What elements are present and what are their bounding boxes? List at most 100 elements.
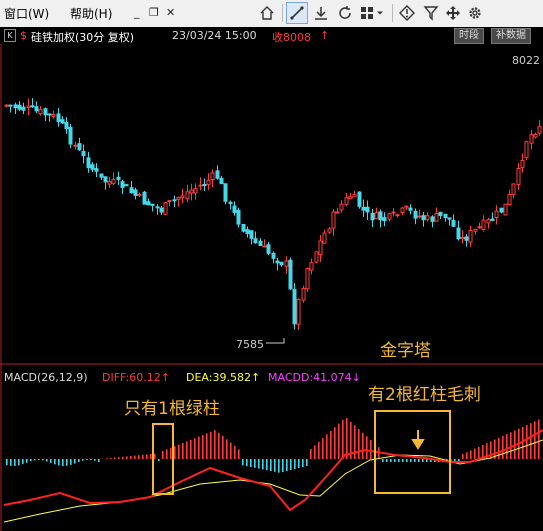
download-icon[interactable] [310, 2, 332, 24]
candle-body [537, 126, 542, 134]
candle-body [275, 260, 280, 264]
macd-bar [310, 449, 312, 459]
candle-body [460, 236, 465, 239]
macd-bar [326, 434, 328, 459]
menu-window[interactable]: 窗口(W) [4, 5, 49, 22]
dea-line [3, 439, 543, 523]
fill-data-button[interactable]: 补数据 [491, 28, 531, 44]
candle-body [413, 210, 418, 219]
macd-bar [174, 446, 176, 459]
macd-bar [130, 456, 132, 459]
refresh-icon[interactable] [334, 2, 356, 24]
macd-bar [198, 436, 200, 459]
candle-body [374, 212, 379, 220]
k-line-toggle[interactable]: K [4, 29, 16, 42]
candle-body [494, 210, 499, 219]
candle-body [176, 197, 181, 200]
candle-body [159, 207, 164, 213]
macd-bar [478, 446, 480, 459]
candle-body [408, 207, 413, 211]
two-red-highlight-box [374, 410, 451, 494]
gear-icon[interactable] [464, 2, 486, 24]
candle-body [352, 193, 357, 198]
draw-line-icon[interactable] [286, 2, 308, 24]
macd-name: MACD(26,12,9) [4, 371, 88, 384]
time-segment-button[interactable]: 时段 [454, 28, 484, 44]
move-icon[interactable] [442, 2, 464, 24]
candle-body [503, 203, 508, 216]
candle-body [116, 176, 121, 180]
candlesticks [4, 98, 542, 330]
macd-bar [26, 459, 28, 463]
candle-body [232, 205, 237, 213]
candle-body [400, 207, 405, 213]
candle-body [473, 228, 478, 232]
two-red-bars-annotation: 有2根红柱毛刺 [368, 385, 481, 405]
candle-body [107, 181, 112, 185]
candle-body [133, 189, 138, 196]
macd-bar [166, 449, 168, 459]
macd-bar [502, 435, 504, 459]
macd-bar [406, 459, 408, 462]
macd-bar [250, 459, 252, 467]
candle-body [215, 170, 220, 179]
toolbar [252, 0, 543, 27]
macd-bar [358, 429, 360, 459]
candle-body [314, 251, 319, 263]
macd-bar [254, 459, 256, 468]
minimize-button[interactable]: _ [134, 6, 140, 19]
restore-button[interactable]: ❐ [149, 6, 159, 19]
candle-body [17, 104, 22, 110]
candle-body [327, 228, 332, 233]
candle-body [13, 104, 18, 109]
candle-body [456, 227, 461, 240]
menu-help[interactable]: 帮助(H) [70, 5, 112, 22]
macd-bar [126, 456, 128, 459]
macd-bar [366, 436, 368, 459]
bar-datetime: 23/03/24 15:00 [172, 29, 257, 42]
candle-body [47, 113, 52, 116]
candle-body [51, 114, 56, 118]
macd-bar [370, 439, 372, 459]
candle-body [357, 191, 362, 207]
macd-bar [206, 433, 208, 459]
macd-diff: DIFF:60.12↑ [102, 371, 170, 384]
macd-bar [170, 447, 172, 459]
candle-body [404, 205, 409, 208]
candle-body [111, 178, 116, 184]
candle-body [129, 187, 134, 194]
home-icon[interactable] [256, 2, 278, 24]
close-button[interactable]: ✕ [166, 6, 175, 19]
macd-bar [414, 459, 416, 462]
macd-bar [510, 432, 512, 459]
candle-body [490, 218, 495, 221]
candle-body [382, 217, 387, 222]
candle-body [309, 262, 314, 271]
diamond-icon[interactable] [396, 2, 418, 24]
candle-body [443, 213, 448, 219]
candle-body [77, 143, 82, 151]
macd-bar [398, 459, 400, 462]
candle-body [271, 252, 276, 259]
macd-bar [314, 445, 316, 459]
macd-bar [142, 454, 144, 459]
candle-body [378, 211, 383, 221]
candle-body [34, 106, 39, 112]
candle-body [370, 212, 375, 221]
candle-body [137, 193, 142, 196]
macd-bar [6, 459, 8, 466]
candle-body [511, 183, 516, 195]
macd-bar [470, 450, 472, 459]
macd-bar [14, 459, 16, 466]
menu-bar: 窗口(W) 帮助(H) _ ❐ ✕ [0, 0, 543, 28]
candle-body [391, 211, 396, 214]
macd-bar [322, 438, 324, 459]
candle-body [322, 232, 327, 244]
macd-bar [278, 459, 280, 473]
candle-body [193, 187, 198, 194]
candle-body [520, 159, 525, 168]
dropdown-arrow-icon[interactable] [374, 2, 386, 24]
filter-icon[interactable] [420, 2, 442, 24]
candle-body [464, 236, 469, 241]
macd-bar [466, 452, 468, 459]
